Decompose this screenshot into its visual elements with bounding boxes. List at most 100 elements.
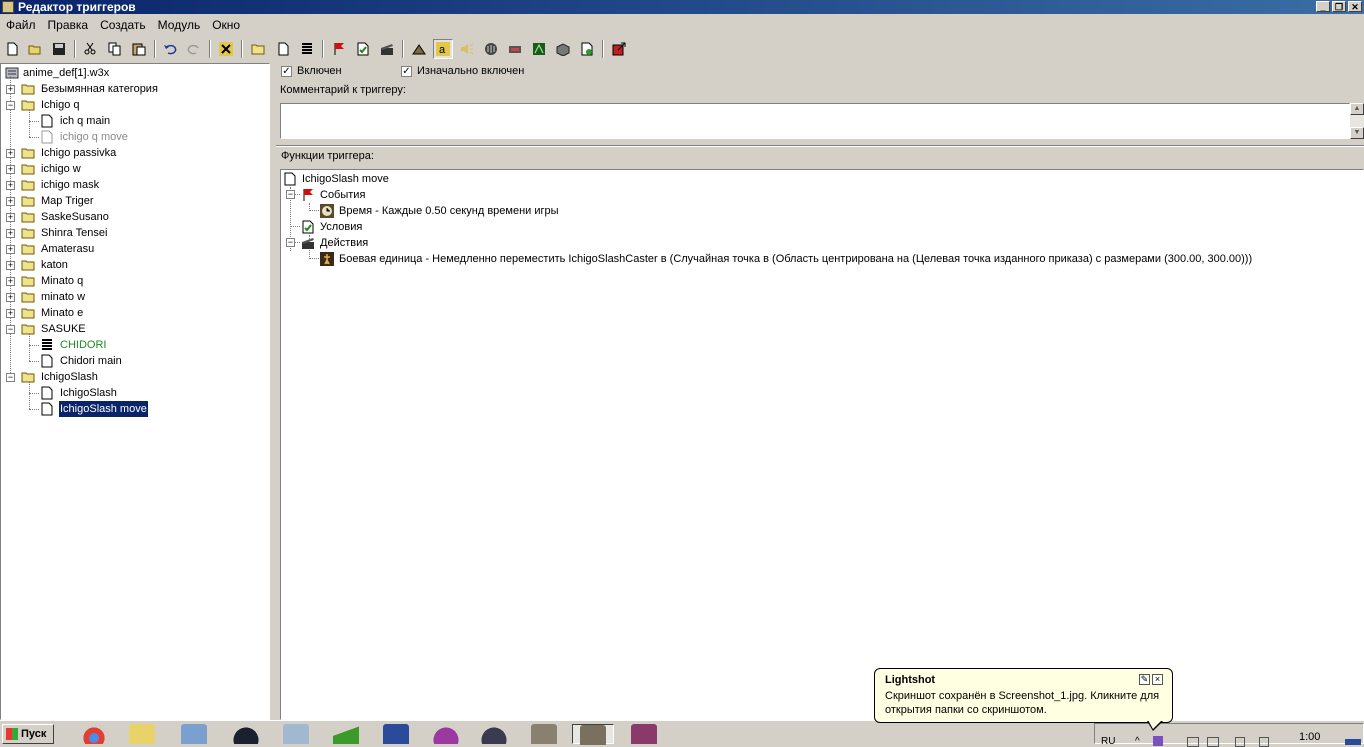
import-manager-button[interactable] [553,39,573,59]
tree-expand-toggle[interactable]: + [6,277,15,286]
window-titlebar[interactable]: Редактор триггеров _ ❐ ✕ [0,0,1364,14]
tree-trigger-item[interactable]: IchigoSlash [1,385,266,401]
tree-root[interactable]: anime_def[1].w3x [3,65,263,81]
new-category-button[interactable] [248,39,268,59]
new-condition-button[interactable] [353,39,373,59]
tree-expand-toggle[interactable]: + [6,261,15,270]
open-button[interactable] [25,39,45,59]
tree-category-item[interactable]: − Ichigo q [1,97,266,113]
taskbar-app-worldedit[interactable] [572,724,614,745]
actions-collapse-toggle[interactable]: − [286,238,295,247]
menu-window[interactable]: Окно [206,15,246,35]
sound-editor-button[interactable] [457,39,477,59]
taskbar-app-archive[interactable] [626,724,662,744]
tray-expand-icon[interactable]: ^ [1135,736,1140,747]
tree-category-item[interactable]: + Ichigo passivka [1,145,266,161]
menu-create[interactable]: Создать [94,15,152,35]
tree-expand-toggle[interactable]: − [6,325,15,334]
new-comment-button[interactable] [297,39,317,59]
tree-trigger-item[interactable]: Chidori main [1,353,266,369]
tree-expand-toggle[interactable]: + [6,229,15,238]
tree-expand-toggle[interactable]: + [6,197,15,206]
tree-expand-toggle[interactable]: + [6,149,15,158]
comment-scrollbar[interactable]: ▲ ▼ [1350,103,1364,139]
lightshot-tray-icon[interactable] [1153,736,1163,746]
tree-category-item[interactable]: + Shinra Tensei [1,225,266,241]
taskbar-app-explorer[interactable] [124,724,160,744]
notification-close-icon[interactable]: × [1152,674,1163,685]
initially-enabled-checkbox[interactable]: ✓ [401,66,412,77]
close-button[interactable]: ✕ [1348,1,1362,12]
tree-category-item[interactable]: + SaskeSusano [1,209,266,225]
show-desktop-icon[interactable] [1345,739,1361,745]
campaign-editor-button[interactable] [529,39,549,59]
undo-button[interactable] [160,39,180,59]
tray-volume-icon[interactable] [1259,737,1269,747]
tree-category-item[interactable]: − IchigoSlash [1,369,266,385]
scroll-up-icon[interactable]: ▲ [1350,103,1364,115]
new-event-button[interactable] [329,39,349,59]
tree-category-item[interactable]: + katon [1,257,266,273]
tree-trigger-item[interactable]: IchigoSlash move [1,400,266,418]
trigger-functions-tree[interactable]: IchigoSlash move − События Время - Кажды… [280,169,1364,720]
tree-trigger-item[interactable]: CHIDORI [1,337,266,353]
tree-category-item[interactable]: + ichigo mask [1,177,266,193]
tray-network-icon[interactable] [1187,737,1199,747]
cut-button[interactable] [80,39,100,59]
taskbar-app-purple[interactable] [428,724,464,744]
taskbar-app-game[interactable] [476,724,512,744]
language-indicator[interactable]: RU [1101,736,1115,747]
tree-expand-toggle[interactable]: − [6,101,15,110]
menu-file[interactable]: Файл [0,15,42,35]
object-editor-button[interactable] [505,39,525,59]
enabled-checkbox[interactable]: ✓ [281,66,292,77]
terrain-editor-button[interactable] [409,39,429,59]
taskbar-app-scroll[interactable] [526,724,562,744]
paste-button[interactable] [129,39,149,59]
tree-expand-toggle[interactable]: + [6,85,15,94]
tree-expand-toggle[interactable]: − [6,373,15,382]
trigger-tree-panel[interactable]: anime_def[1].w3x + Безымянная категория − I… [0,63,270,720]
delete-button[interactable] [216,39,236,59]
tree-expand-toggle[interactable]: + [6,309,15,318]
trigger-editor-button[interactable]: a [433,39,453,59]
save-button[interactable] [49,39,69,59]
tree-trigger-item[interactable]: ich q main [1,113,266,129]
tree-category-item[interactable]: + Minato q [1,273,266,289]
scroll-down-icon[interactable]: ▼ [1350,127,1364,139]
new-action-button[interactable] [377,39,397,59]
copy-button[interactable] [105,39,125,59]
new-trigger-button[interactable] [273,39,293,59]
tree-category-item[interactable]: + Map Triger [1,193,266,209]
tray-device-icon[interactable] [1207,737,1219,747]
tree-category-item[interactable]: + minato w [1,289,266,305]
tree-expand-toggle[interactable]: + [6,245,15,254]
tree-category-item[interactable]: + ichigo w [1,161,266,177]
test-map-button[interactable] [577,39,597,59]
events-collapse-toggle[interactable]: − [286,190,295,199]
tree-expand-toggle[interactable]: + [6,213,15,222]
tree-category-item[interactable]: + Amaterasu [1,241,266,257]
start-button[interactable]: Пуск [2,724,54,744]
tree-trigger-item[interactable]: ichigo q move [1,129,266,145]
ai-editor-button[interactable] [481,39,501,59]
lightshot-notification[interactable]: Lightshot ✎ × Скриншот сохранён в Screen… [874,668,1173,731]
menu-edit[interactable]: Правка [42,15,95,35]
new-button[interactable] [2,39,22,59]
taskbar-app-notes[interactable] [278,724,314,744]
tree-category-item[interactable]: + Minato e [1,305,266,321]
tree-expand-toggle[interactable]: + [6,181,15,190]
maximize-button[interactable]: ❐ [1332,1,1346,12]
taskbar-app-leaf[interactable] [328,724,364,744]
exit-button[interactable] [609,39,629,59]
tree-category-item[interactable]: + Безымянная категория [1,81,266,97]
clock-time[interactable]: 1:00 [1299,731,1320,743]
tree-expand-toggle[interactable]: + [6,293,15,302]
taskbar-app-media[interactable] [176,724,212,744]
taskbar-app-window[interactable] [378,724,414,744]
taskbar-app-chrome[interactable] [76,724,112,744]
menu-module[interactable]: Модуль [152,15,207,35]
minimize-button[interactable]: _ [1316,1,1330,12]
tray-speaker-icon[interactable] [1235,737,1245,747]
tree-category-item[interactable]: − SASUKE [1,321,266,337]
